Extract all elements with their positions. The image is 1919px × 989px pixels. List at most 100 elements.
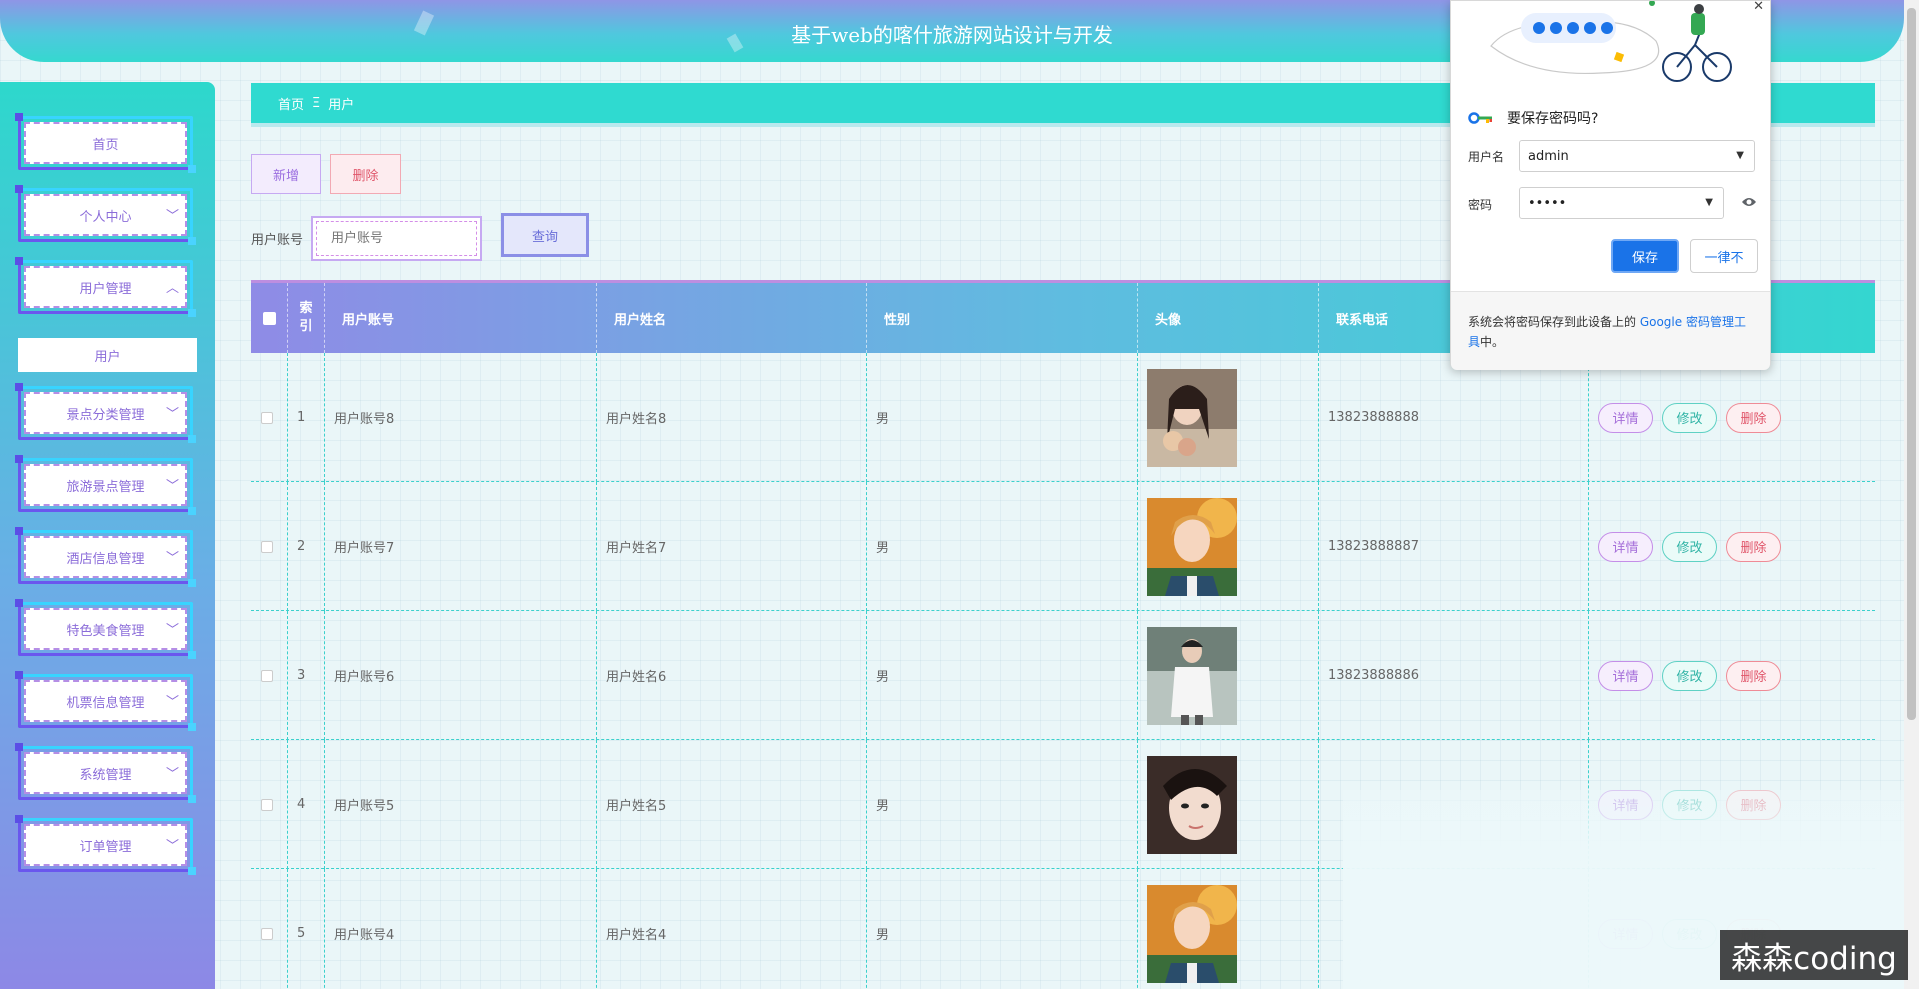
sidebar-item-label: 系统管理 [79,767,132,783]
cell-index: 3 [288,611,325,740]
cell-index: 1 [288,353,325,482]
username-value: admin [1528,148,1569,164]
sidebar-item-user-management[interactable]: 用户管理 ︿ [15,257,196,317]
row-checkbox[interactable] [261,798,273,811]
row-checkbox[interactable] [261,669,273,682]
cell-gender: 男 [867,482,1138,611]
cell-gender: 男 [867,869,1138,989]
dialog-footer: 系统会将密码保存到此设备上的 Google 密码管理工具中。 [1451,291,1770,370]
edit-button[interactable]: 修改 [1662,402,1717,433]
key-icon [1468,112,1492,124]
cell-gender: 男 [867,611,1138,740]
save-password-button[interactable]: 保存 [1611,239,1679,273]
column-header-index-line1: 索 [299,301,313,316]
chevron-down-icon: ﹀ [165,839,179,854]
chevron-down-icon: ﹀ [165,767,179,782]
cell-avatar [1138,353,1319,482]
batch-delete-button[interactable]: 删除 [330,154,401,194]
chevron-down-icon: ﹀ [165,407,179,422]
row-checkbox-cell [251,353,288,482]
cell-name: 用户姓名4 [597,869,867,989]
dialog-title: 要保存密码吗? [1507,111,1599,127]
breadcrumb-separator-icon: Ξ [312,95,321,111]
row-checkbox[interactable] [261,540,273,553]
cell-avatar [1138,869,1319,989]
eye-icon[interactable] [1741,196,1757,208]
never-save-button[interactable]: 一律不 [1690,239,1758,273]
sidebar-item-system[interactable]: 系统管理 ﹀ [15,743,196,803]
sidebar-item-orders[interactable]: 订单管理 ﹀ [15,815,196,875]
chevron-up-icon: ︿ [165,281,179,296]
cell-index: 4 [288,740,325,869]
add-button[interactable]: 新增 [251,154,321,194]
cell-index: 5 [288,869,325,989]
avatar-image [1147,368,1237,467]
password-label: 密码 [1468,198,1493,212]
avatar-image [1147,626,1237,725]
cell-actions: 详情修改删除 [1589,482,1875,611]
sidebar-item-personal-center[interactable]: 个人中心 ﹀ [15,185,196,245]
sidebar-item-label: 机票信息管理 [66,695,145,711]
detail-button[interactable]: 详情 [1598,402,1653,433]
cell-account: 用户账号7 [325,482,597,611]
breadcrumb-current: 用户 [328,97,355,113]
sidebar-item-attraction-category[interactable]: 景点分类管理 ﹀ [15,383,196,443]
footer-text-end: 中。 [1480,335,1505,349]
breadcrumb-home[interactable]: 首页 [278,94,304,113]
footer-text: 系统会将密码保存到此设备上的 [1468,315,1640,329]
sidebar-item-label: 个人中心 [79,209,132,225]
delete-button[interactable]: 删除 [1726,531,1781,562]
cell-phone: 13823888886 [1319,611,1589,740]
password-value: ••••• [1528,195,1567,211]
cell-account: 用户账号6 [325,611,597,740]
column-header-account: 用户账号 [325,283,597,353]
sidebar-item-label: 订单管理 [79,839,132,855]
username-label: 用户名 [1468,150,1505,164]
table-row: 2 用户账号7 用户姓名7 男 13823888887 详情 修改 删除 [251,482,1875,611]
watermark: 森森coding [1720,930,1908,980]
detail-button[interactable]: 详情 [1598,531,1653,562]
sidebar-item-label: 用户管理 [79,281,132,297]
dropdown-arrow-icon: ▼ [1705,197,1713,208]
cell-name: 用户姓名8 [597,353,867,482]
sidebar-item-label: 酒店信息管理 [66,551,145,567]
delete-button[interactable]: 删除 [1726,660,1781,691]
table-row: 3 用户账号6 用户姓名6 男 13823888886 详情 修改 删除 [251,611,1875,740]
dropdown-arrow-icon: ▼ [1736,150,1744,161]
delete-button[interactable]: 删除 [1726,402,1781,433]
chevron-down-icon: ﹀ [165,623,179,638]
cell-avatar [1138,740,1319,869]
row-checkbox-cell [251,611,288,740]
table-row: 1 用户账号8 用户姓名8 男 13823888888 详情 修改 删除 [251,353,1875,482]
select-all-checkbox[interactable] [262,311,276,325]
row-checkbox-cell [251,740,288,869]
column-header-index-line2: 引 [299,319,313,334]
sidebar-item-flights[interactable]: 机票信息管理 ﹀ [15,671,196,731]
row-checkbox[interactable] [261,411,273,424]
sidebar-item-food[interactable]: 特色美食管理 ﹀ [15,599,196,659]
search-input[interactable] [316,221,477,256]
edit-button[interactable]: 修改 [1662,660,1717,691]
close-icon[interactable]: ✕ [1753,0,1764,14]
username-select[interactable]: admin ▼ [1519,140,1755,172]
select-all-checkbox-cell[interactable] [251,283,288,353]
sidebar-item-home[interactable]: 首页 [15,113,196,173]
cell-account: 用户账号8 [325,353,597,482]
column-header-avatar: 头像 [1138,283,1319,353]
avatar-image [1147,884,1237,983]
page-scrollbar[interactable] [1904,0,1919,989]
query-button[interactable]: 查询 [501,213,589,257]
password-select[interactable]: ••••• ▼ [1519,187,1724,219]
detail-button[interactable]: 详情 [1598,660,1653,691]
cell-phone: 13823888888 [1319,353,1589,482]
sidebar-item-hotels[interactable]: 酒店信息管理 ﹀ [15,527,196,587]
row-checkbox[interactable] [261,927,273,940]
submenu-item-users[interactable]: 用户 [18,338,197,372]
chevron-down-icon: ﹀ [165,479,179,494]
sidebar-item-attractions[interactable]: 旅游景点管理 ﹀ [15,455,196,515]
chevron-down-icon: ﹀ [165,551,179,566]
sidebar-item-label: 景点分类管理 [66,407,145,423]
scrollbar-thumb[interactable] [1907,8,1916,720]
column-header-name: 用户姓名 [597,283,867,353]
edit-button[interactable]: 修改 [1662,531,1717,562]
